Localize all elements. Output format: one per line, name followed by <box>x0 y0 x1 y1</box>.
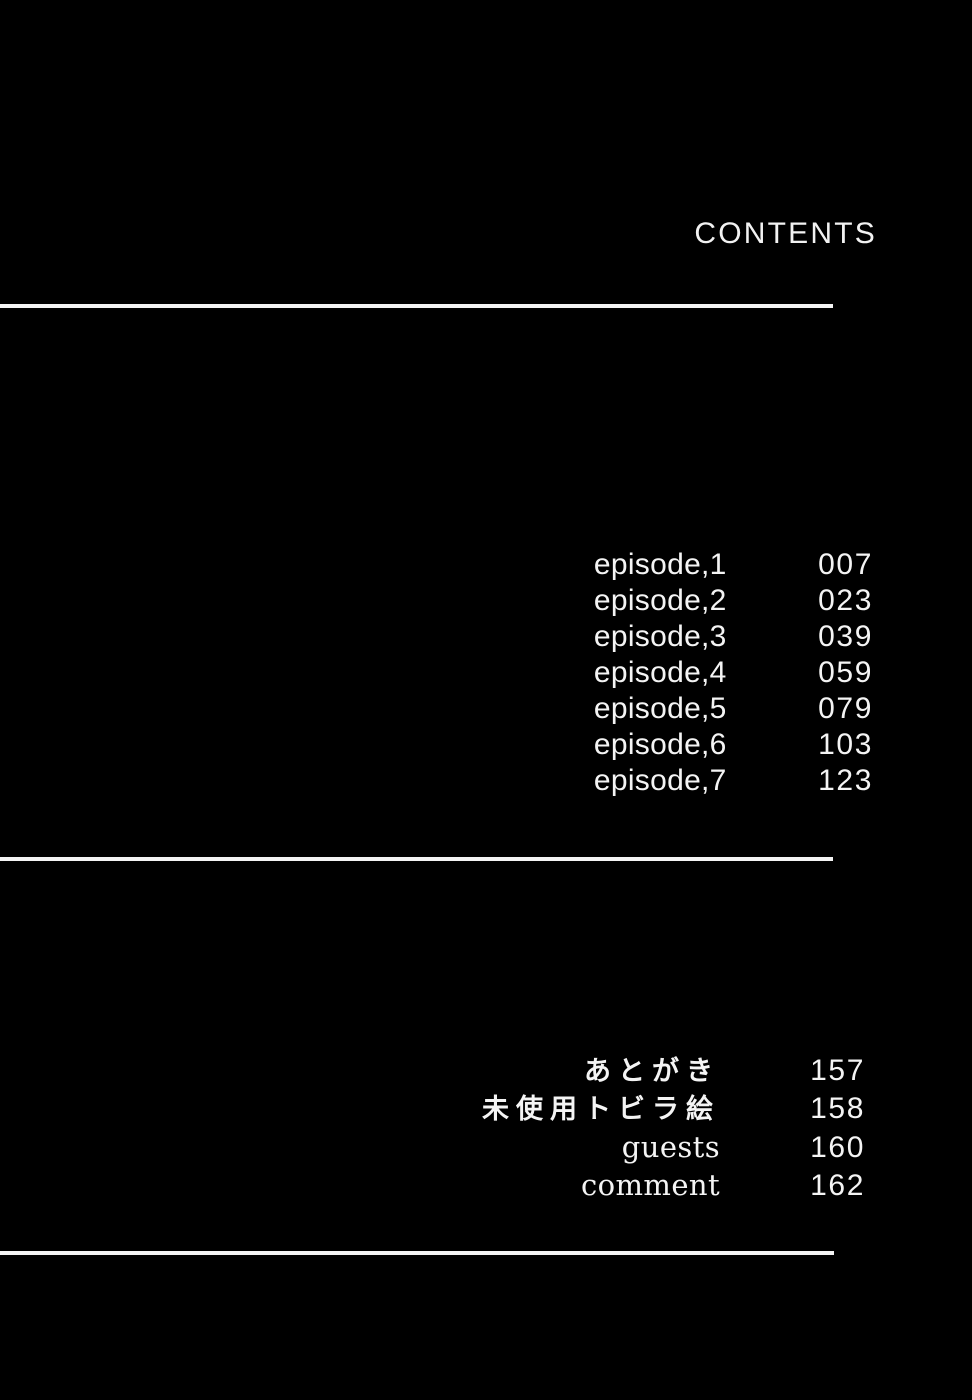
episode-label: episode,1 <box>593 548 727 581</box>
list-item[interactable]: episode,3 039 <box>0 619 877 655</box>
list-item[interactable]: 未使用トビラ絵 158 <box>0 1090 877 1128</box>
backmatter-label: comment <box>581 1168 721 1202</box>
episode-label: episode,7 <box>593 764 727 797</box>
backmatter-page: 160 <box>810 1131 865 1164</box>
backmatter-page: 157 <box>810 1054 865 1087</box>
contents-page: CONTENTS episode,1 007 episode,2 023 epi… <box>0 0 972 1400</box>
list-item[interactable]: guests 160 <box>0 1128 877 1166</box>
list-item[interactable]: episode,4 059 <box>0 655 877 691</box>
list-item[interactable]: episode,5 079 <box>0 691 877 727</box>
list-item[interactable]: episode,6 103 <box>0 727 877 763</box>
episode-page: 103 <box>818 728 873 761</box>
backmatter-label: guests <box>621 1130 721 1164</box>
episode-label: episode,6 <box>593 728 727 761</box>
list-item[interactable]: あとがき 157 <box>0 1052 877 1090</box>
list-item[interactable]: episode,2 023 <box>0 583 877 619</box>
episode-label: episode,2 <box>593 584 727 617</box>
list-item[interactable]: comment 162 <box>0 1166 877 1204</box>
backmatter-page: 158 <box>810 1092 865 1125</box>
backmatter-page: 162 <box>810 1169 865 1202</box>
backmatter-label: あとがき <box>584 1056 721 1087</box>
episode-list: episode,1 007 episode,2 023 episode,3 03… <box>0 547 877 799</box>
backmatter-list: あとがき 157 未使用トビラ絵 158 guests 160 comment … <box>0 1052 877 1204</box>
episode-label: episode,4 <box>593 656 727 689</box>
episode-page: 059 <box>818 656 873 689</box>
episode-page: 079 <box>818 692 873 725</box>
divider-middle <box>0 857 833 861</box>
episode-page: 123 <box>818 764 873 797</box>
divider-top <box>0 304 833 308</box>
episode-page: 039 <box>818 620 873 653</box>
episode-page: 023 <box>818 584 873 617</box>
episode-page: 007 <box>818 548 873 581</box>
list-item[interactable]: episode,1 007 <box>0 547 877 583</box>
divider-bottom <box>0 1251 834 1255</box>
list-item[interactable]: episode,7 123 <box>0 763 877 799</box>
episode-label: episode,5 <box>593 692 727 725</box>
episode-label: episode,3 <box>593 620 727 653</box>
backmatter-label: 未使用トビラ絵 <box>482 1094 721 1125</box>
page-title: CONTENTS <box>694 217 877 250</box>
